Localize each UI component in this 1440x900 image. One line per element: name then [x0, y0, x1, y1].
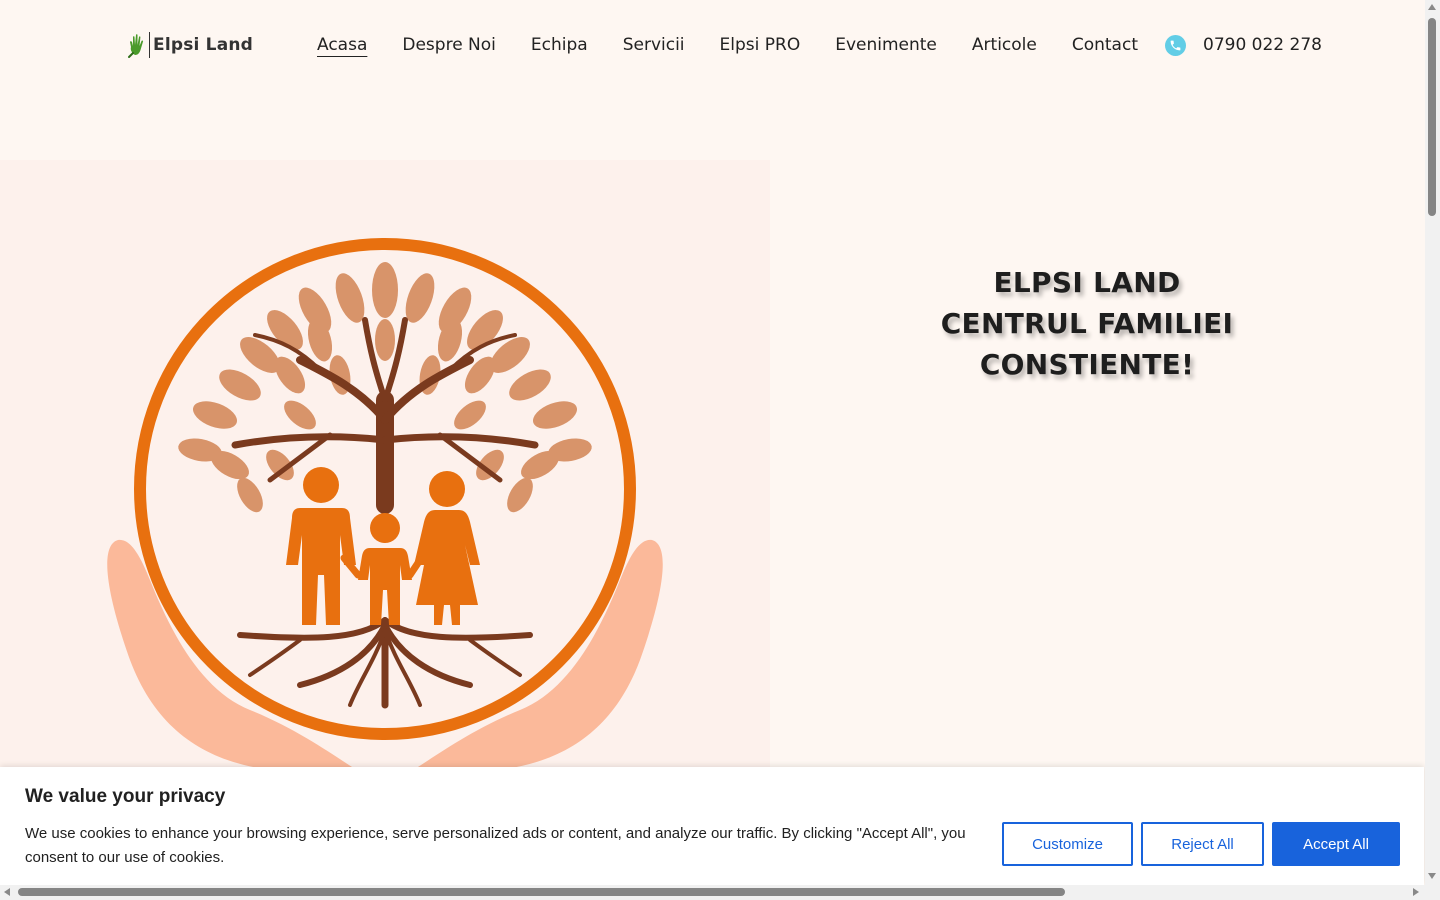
scroll-right-arrow-icon[interactable]: [1413, 888, 1419, 896]
hero-title-line: ELPSI LAND: [993, 266, 1181, 299]
hero-image: [0, 160, 770, 780]
cookie-title: We value your privacy: [25, 786, 226, 807]
hand-logo-icon: [126, 31, 148, 59]
nav-item-evenimente[interactable]: Evenimente: [835, 33, 937, 57]
cookie-description: We use cookies to enhance your browsing …: [25, 825, 966, 866]
site-logo[interactable]: Elpsi Land: [126, 30, 253, 60]
phone-icon: [1165, 34, 1186, 56]
accept-all-button[interactable]: Accept All: [1272, 822, 1400, 866]
horizontal-scrollbar[interactable]: [0, 885, 1425, 900]
vertical-scroll-thumb[interactable]: [1428, 18, 1436, 216]
scroll-up-arrow-icon[interactable]: [1428, 4, 1436, 10]
nav-item-elpsi-pro[interactable]: Elpsi PRO: [720, 33, 801, 57]
vertical-scrollbar[interactable]: [1425, 0, 1440, 885]
cookie-consent-banner: We value your privacy We use cookies to …: [0, 767, 1424, 885]
reject-all-button[interactable]: Reject All: [1141, 822, 1264, 866]
nav-item-servicii[interactable]: Servicii: [623, 33, 685, 57]
hero-title-line: CONSTIENTE!: [979, 348, 1195, 381]
scroll-left-arrow-icon[interactable]: [4, 888, 10, 896]
customize-button[interactable]: Customize: [1002, 822, 1133, 866]
main-navigation: Acasa Despre Noi Echipa Servicii Elpsi P…: [317, 33, 1173, 57]
scroll-down-arrow-icon[interactable]: [1428, 873, 1436, 879]
nav-item-contact[interactable]: Contact: [1072, 33, 1138, 57]
scrollbar-corner: [1425, 885, 1440, 900]
nav-item-articole[interactable]: Articole: [972, 33, 1037, 57]
logo-divider: [149, 32, 150, 58]
page: Elpsi Land Acasa Despre Noi Echipa Servi…: [0, 0, 1425, 885]
phone-number: 0790 022 278: [1203, 35, 1322, 55]
site-header: Elpsi Land Acasa Despre Noi Echipa Servi…: [0, 0, 1425, 90]
logo-text: Elpsi Land: [153, 35, 254, 55]
nav-item-acasa[interactable]: Acasa: [317, 33, 367, 57]
nav-item-echipa[interactable]: Echipa: [531, 33, 588, 57]
phone-link[interactable]: 0790 022 278: [1165, 33, 1322, 57]
horizontal-scroll-thumb[interactable]: [18, 888, 1065, 896]
family-tree-hands-logo: [107, 238, 663, 772]
nav-item-despre-noi[interactable]: Despre Noi: [402, 33, 496, 57]
hero-title: ELPSI LAND CENTRUL FAMILIEI CONSTIENTE!: [880, 262, 1294, 385]
hero-title-line: CENTRUL FAMILIEI: [940, 307, 1234, 340]
